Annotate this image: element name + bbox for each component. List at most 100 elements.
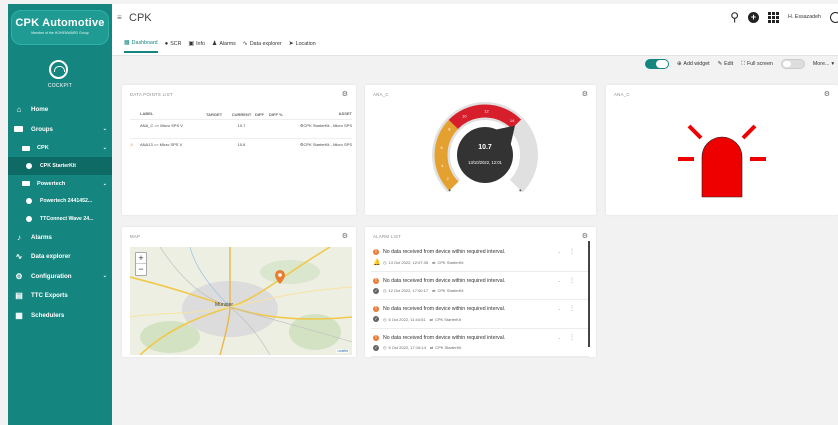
tab-alarms[interactable]: ♟ Alarms bbox=[212, 39, 236, 53]
sidebar-item-ttc-exports[interactable]: ▤ TTC Exports bbox=[8, 286, 112, 306]
gauge-tick-label: 12 bbox=[484, 109, 489, 114]
sidebar-item-label: Home bbox=[31, 106, 49, 114]
list-item[interactable]: ! No data received from device within req… bbox=[371, 272, 589, 300]
chevron-down-icon[interactable]: ⌄ bbox=[558, 335, 561, 340]
map-attribution[interactable]: Leaflet bbox=[336, 349, 349, 353]
sidebar-item-data-explorer[interactable]: ∿ Data explorer bbox=[8, 247, 112, 267]
cockpit-label: COCKPIT bbox=[47, 83, 73, 89]
sidebar-item-groups[interactable]: Groups ⌄ bbox=[8, 120, 112, 140]
table-row[interactable]: ANA_C => Micro SPS V 10.7 ⚙CPK StarterKi… bbox=[130, 119, 352, 138]
more-options-icon[interactable]: ⋮ bbox=[569, 334, 575, 341]
sidebar-item-alarms[interactable]: ♪ Alarms bbox=[8, 228, 112, 248]
more-options-icon[interactable]: ⋮ bbox=[569, 277, 575, 284]
tab-label: Location bbox=[295, 40, 316, 47]
acknowledged-icon: ✓ bbox=[373, 344, 379, 351]
alarm-device[interactable]: CPK StarterKit bbox=[437, 260, 463, 265]
tab-location[interactable]: ➤ Location bbox=[289, 39, 316, 53]
data-explorer-icon: ∿ bbox=[242, 41, 248, 47]
search-icon[interactable]: ⚲ bbox=[730, 10, 739, 24]
column-asset: ASSET bbox=[338, 111, 352, 117]
gear-icon[interactable]: ⚙ bbox=[342, 232, 348, 240]
gear-icon[interactable]: ⚙ bbox=[582, 90, 588, 98]
sidebar-item-label: TTConnect Wave 24... bbox=[40, 215, 94, 222]
clock-icon: ◷ bbox=[383, 345, 387, 350]
alarm-time: 5 Oct 2022, 17:16:14 bbox=[388, 345, 426, 350]
tab-scr[interactable]: ● SCR bbox=[165, 39, 182, 53]
tab-data-explorer[interactable]: ∿ Data explorer bbox=[243, 39, 282, 53]
warning-icon: ⚠ bbox=[130, 142, 134, 147]
gear-icon[interactable]: ⚙ bbox=[582, 232, 588, 240]
bell-icon: ♪ bbox=[17, 232, 21, 242]
button-label: Full screen bbox=[746, 61, 773, 67]
sidebar-item-label: Alarms bbox=[31, 233, 52, 241]
asset-link[interactable]: CPK StarterKit - Micro SPS bbox=[304, 142, 352, 147]
chevron-down-icon: ⌄ bbox=[102, 180, 107, 187]
more-options-icon[interactable]: ⋮ bbox=[569, 248, 575, 255]
expand-icon: ⛶ bbox=[741, 60, 745, 67]
chevron-down-icon[interactable]: ⌄ bbox=[558, 278, 561, 283]
tab-info[interactable]: ▣ Info bbox=[188, 39, 205, 53]
data-explorer-icon: ∿ bbox=[15, 252, 23, 262]
warning-icon: ! bbox=[373, 334, 379, 341]
data-points-widget: DATA POINTS LIST ⚙ LABEL TARGET CURRENT … bbox=[122, 85, 356, 215]
alarm-list-scrollbar[interactable] bbox=[588, 241, 590, 347]
map-canvas[interactable]: + − Münster Leaflet bbox=[130, 247, 352, 355]
asset-link[interactable]: CPK StarterKit - Micro SPS bbox=[304, 123, 352, 128]
edit-button[interactable]: ✎ Edit bbox=[718, 61, 734, 67]
avatar[interactable] bbox=[830, 11, 838, 23]
user-name[interactable]: H. Essazadeh bbox=[788, 14, 821, 20]
device-link-icon: ⇄ bbox=[429, 345, 434, 350]
chevron-down-icon[interactable]: ⌄ bbox=[558, 249, 561, 254]
gear-icon[interactable]: ⚙ bbox=[342, 90, 348, 98]
warning-icon: ! bbox=[373, 277, 379, 284]
folder-icon bbox=[22, 181, 30, 186]
sidebar-item-configuration[interactable]: ⚙ Configuration ⌄ bbox=[8, 267, 112, 287]
gauge-end-marker bbox=[519, 189, 522, 192]
chevron-down-icon[interactable]: ⌄ bbox=[558, 306, 561, 311]
sidebar-item-label: Powertech 2441452... bbox=[40, 198, 93, 205]
cell-label: ANA13 => Micro SPS V bbox=[140, 142, 183, 147]
sidebar-item-cpk[interactable]: CPK ⌄ bbox=[8, 139, 112, 157]
more-options-icon[interactable]: ⋮ bbox=[569, 305, 575, 312]
sidebar-item-label: Configuration bbox=[31, 272, 72, 280]
zoom-out-button[interactable]: − bbox=[136, 264, 146, 275]
zoom-in-button[interactable]: + bbox=[136, 253, 146, 264]
device-icon bbox=[26, 198, 32, 205]
brand-logo[interactable]: CPK Automotive Member of the HOHENWARD G… bbox=[11, 10, 109, 45]
sidebar-item-home[interactable]: ⌂ Home bbox=[8, 100, 112, 120]
sidebar-item-label: Schedulers bbox=[31, 311, 65, 319]
add-widget-button[interactable]: ⊕ Add widget bbox=[677, 61, 710, 67]
alarm-device[interactable]: CPK StarterKit bbox=[435, 317, 461, 322]
folder-icon bbox=[14, 125, 24, 134]
add-widget-icon: ⊕ bbox=[676, 61, 682, 67]
list-item[interactable]: ! No data received from device within req… bbox=[371, 243, 589, 272]
alarm-device[interactable]: CPK StarterKit bbox=[435, 345, 461, 350]
cell-asset[interactable]: ⚙CPK StarterKit - Micro SPS bbox=[292, 123, 352, 129]
indicator-widget: ANA_C ⚙ bbox=[606, 85, 838, 215]
app-switcher-icon[interactable] bbox=[768, 11, 780, 23]
gauge-tick-label: 10 bbox=[462, 114, 467, 119]
global-context-toggle[interactable] bbox=[644, 59, 669, 69]
alarm-message: No data received from device within requ… bbox=[383, 334, 506, 341]
add-icon[interactable]: + bbox=[748, 11, 760, 23]
button-label: Edit bbox=[724, 61, 734, 67]
more-button[interactable]: More... ▾ bbox=[813, 61, 834, 67]
lock-toggle[interactable] bbox=[780, 59, 805, 69]
menu-toggle-icon[interactable]: ≡ bbox=[117, 13, 122, 22]
sidebar-item-powertech[interactable]: Powertech ⌄ bbox=[8, 175, 112, 193]
sidebar-item-ttconnect[interactable]: TTConnect Wave 24... bbox=[8, 210, 112, 228]
full-screen-button[interactable]: ⛶ Full screen bbox=[741, 61, 773, 68]
map-marker-icon[interactable] bbox=[275, 270, 285, 284]
sidebar-item-cpk-starterkit[interactable]: CPK StarterKit bbox=[8, 157, 112, 175]
column-current: CURRENT bbox=[231, 111, 252, 117]
sidebar-item-powertech-device[interactable]: Powertech 2441452... bbox=[8, 193, 112, 211]
gauge-widget: ANA_C ⚙ 2 4 6 8 10 12 14 10.7 13/10/2022, 12:0… bbox=[365, 85, 596, 215]
list-item[interactable]: ! No data received from device within req… bbox=[371, 329, 589, 357]
list-item[interactable]: ! No data received from device within req… bbox=[371, 300, 589, 329]
alarm-device[interactable]: CPK StarterKit bbox=[437, 288, 463, 293]
gauge-center bbox=[457, 127, 513, 183]
cell-asset[interactable]: ⚙CPK StarterKit - Micro SPS bbox=[292, 142, 352, 148]
sidebar-item-schedulers[interactable]: ▦ Schedulers bbox=[8, 306, 112, 326]
table-row[interactable]: ⚠ ANA13 => Micro SPS V 10.6 ⚙CPK Starter… bbox=[130, 138, 352, 157]
tab-dashboard[interactable]: ▦ Dashboard bbox=[124, 39, 158, 53]
